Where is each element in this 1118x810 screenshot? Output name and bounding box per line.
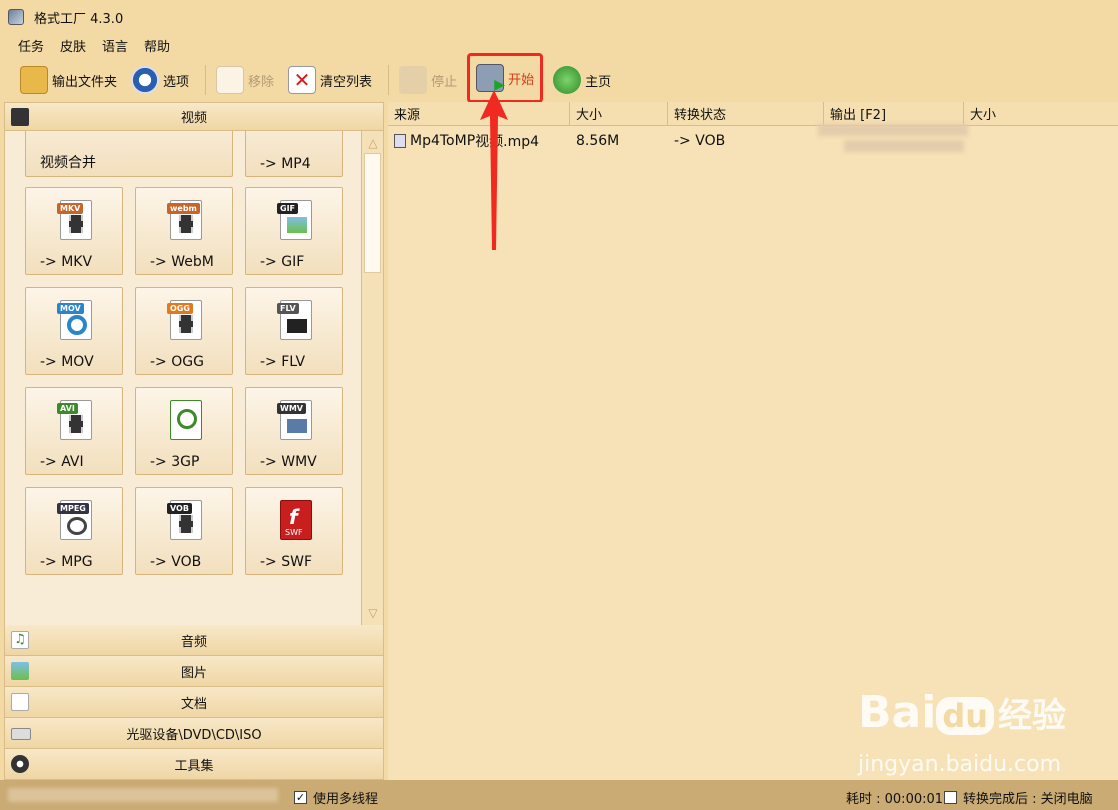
- scroll-down-icon[interactable]: ▽: [365, 605, 381, 621]
- avi-file-icon: AVI: [57, 400, 92, 440]
- menu-bar: 任务 皮肤 语言 帮助: [0, 34, 186, 56]
- tile-gif[interactable]: GIF -> GIF: [245, 187, 343, 275]
- menu-skin[interactable]: 皮肤: [60, 36, 86, 55]
- multithread-option[interactable]: ✓ 使用多线程: [294, 788, 378, 807]
- scrollbar-thumb[interactable]: [364, 153, 381, 273]
- toolbar-separator: [205, 65, 207, 95]
- shutdown-checkbox[interactable]: [944, 791, 957, 804]
- home-button[interactable]: 主页: [549, 63, 615, 97]
- scroll-up-icon[interactable]: △: [365, 135, 381, 151]
- wmv-file-icon: WMV: [277, 400, 312, 440]
- elapsed-time: 耗时 : 00:00:01: [846, 792, 944, 807]
- mpg-file-icon: MPEG: [57, 500, 92, 540]
- blurred-status-text: [8, 788, 278, 802]
- category-video[interactable]: 视频: [5, 103, 383, 131]
- tile-ogg[interactable]: OGG -> OGG: [135, 287, 233, 375]
- category-document[interactable]: 文档: [5, 687, 383, 718]
- options-button[interactable]: 选项: [127, 63, 193, 97]
- multithread-checkbox[interactable]: ✓: [294, 791, 307, 804]
- tile-mov[interactable]: MOV -> MOV: [25, 287, 123, 375]
- film-reel-icon: [11, 755, 29, 773]
- swf-file-icon: f SWF: [280, 500, 312, 540]
- output-folder-button[interactable]: 输出文件夹: [16, 63, 121, 97]
- mov-file-icon: MOV: [57, 300, 92, 340]
- tile-mkv[interactable]: MKV -> MKV: [25, 187, 123, 275]
- category-optical-drive[interactable]: 光驱设备\DVD\CD\ISO: [5, 718, 383, 749]
- tile-3gp[interactable]: -> 3GP: [135, 387, 233, 475]
- column-size[interactable]: 大小: [570, 102, 668, 126]
- video-file-icon: [394, 134, 406, 148]
- status-bar: ✓ 使用多线程 耗时 : 00:00:01 转换完成后 : 关闭电脑: [0, 780, 1118, 810]
- video-format-grid: 视频合并 -> MP4 MKV -> MKV webm -> WebM GIF …: [5, 131, 361, 625]
- column-status[interactable]: 转换状态: [668, 102, 824, 126]
- toolbar-separator: [388, 65, 390, 95]
- vob-file-icon: VOB: [167, 500, 202, 540]
- picture-icon: [11, 662, 29, 680]
- category-panel: 视频 视频合并 -> MP4 MKV -> MKV webm -> WebM G…: [4, 102, 384, 780]
- mkv-file-icon: MKV: [57, 200, 92, 240]
- remove-button[interactable]: 移除: [212, 63, 278, 97]
- document-icon: [11, 693, 29, 711]
- tile-mpg[interactable]: MPEG -> MPG: [25, 487, 123, 575]
- tile-swf[interactable]: f SWF -> SWF: [245, 487, 343, 575]
- start-play-icon: ▶: [476, 64, 505, 93]
- menu-language[interactable]: 语言: [102, 36, 128, 55]
- tile-video-merge[interactable]: 视频合并: [25, 131, 233, 177]
- title-bar: 格式工厂 4.3.0: [0, 0, 1118, 34]
- folder-icon: [20, 66, 48, 94]
- menu-task[interactable]: 任务: [18, 36, 44, 55]
- annotation-arrow: [480, 90, 508, 250]
- task-list: 来源 大小 转换状态 输出 [F2] 大小 Mp4ToMP 视频.mp4 8.56…: [388, 90, 1118, 780]
- toolbar: 输出文件夹 选项 移除 ✕ 清空列表 停止 ▶ 开始 主页: [0, 53, 1118, 103]
- table-row[interactable]: Mp4ToMP 视频.mp4: [394, 130, 539, 152]
- tile-wmv[interactable]: WMV -> WMV: [245, 387, 343, 475]
- tile-flv[interactable]: FLV -> FLV: [245, 287, 343, 375]
- webm-file-icon: webm: [167, 200, 202, 240]
- category-image[interactable]: 图片: [5, 656, 383, 687]
- blurred-output-path: [818, 124, 968, 136]
- gif-file-icon: GIF: [277, 200, 312, 240]
- watermark-url: jingyan.baidu.com: [858, 752, 1062, 777]
- flv-file-icon: FLV: [277, 300, 312, 340]
- blurred-output-path: [844, 140, 964, 152]
- category-audio[interactable]: ♫ 音频: [5, 625, 383, 656]
- baidu-logo: Bai du 经验: [858, 687, 1066, 738]
- window-title: 格式工厂 4.3.0: [34, 11, 124, 27]
- ogg-file-icon: OGG: [167, 300, 202, 340]
- app-icon: [8, 9, 24, 25]
- stop-button[interactable]: 停止: [395, 63, 461, 97]
- grid-scrollbar[interactable]: △ ▽: [361, 131, 383, 625]
- tile-mp4[interactable]: -> MP4: [245, 131, 343, 177]
- clear-x-icon: ✕: [288, 66, 317, 94]
- tile-webm[interactable]: webm -> WebM: [135, 187, 233, 275]
- music-note-icon: ♫: [11, 631, 29, 649]
- 3gp-file-icon: [170, 400, 202, 440]
- row-status: -> VOB: [674, 133, 726, 149]
- video-film-icon: [11, 107, 29, 126]
- shutdown-option[interactable]: 转换完成后 : 关闭电脑: [944, 788, 1093, 807]
- menu-help[interactable]: 帮助: [144, 36, 170, 55]
- stop-icon: [399, 66, 428, 94]
- disc-drive-icon: [11, 728, 31, 740]
- category-toolbox[interactable]: 工具集: [5, 749, 383, 780]
- other-categories: ♫ 音频 图片 文档 光驱设备\DVD\CD\ISO 工具集: [5, 625, 383, 780]
- clear-list-button[interactable]: ✕ 清空列表: [284, 63, 376, 97]
- tile-avi[interactable]: AVI -> AVI: [25, 387, 123, 475]
- tile-vob[interactable]: VOB -> VOB: [135, 487, 233, 575]
- row-size: 8.56M: [576, 133, 620, 149]
- row-source: Mp4ToMP: [410, 133, 476, 149]
- column-output[interactable]: 输出 [F2]: [824, 102, 964, 126]
- column-output-size[interactable]: 大小: [964, 102, 1118, 126]
- globe-search-icon: [553, 66, 582, 94]
- document-remove-icon: [216, 66, 245, 94]
- gear-icon: [131, 66, 160, 94]
